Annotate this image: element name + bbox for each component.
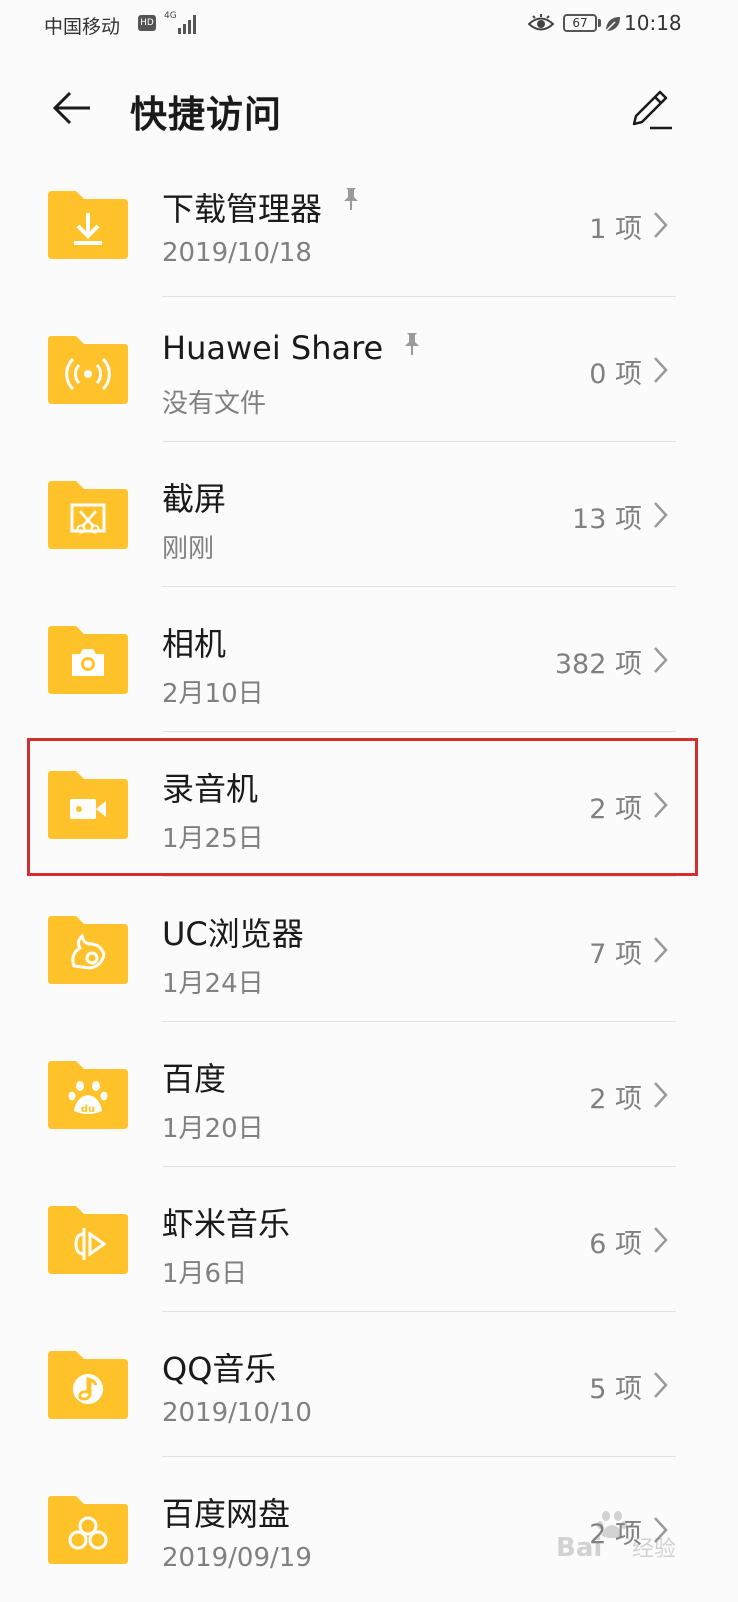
power-saving-leaf-icon — [605, 17, 620, 32]
back-arrow-icon[interactable] — [46, 82, 98, 134]
clock: 10:18 — [624, 11, 682, 35]
baidu-folder-icon: du — [48, 1061, 128, 1129]
item-date: 2019/09/19 — [162, 1543, 312, 1573]
chevron-right-icon — [654, 1082, 668, 1108]
svg-text:du: du — [81, 1104, 95, 1115]
page-title: 快捷访问 — [130, 93, 282, 136]
svg-text:经验: 经验 — [632, 1537, 676, 1562]
chevron-right-icon — [654, 212, 668, 238]
item-date: 1月20日 — [162, 1114, 264, 1144]
list-item-uc-browser[interactable]: UC浏览器 1月24日 7 项 — [0, 877, 738, 1022]
list-item-huawei-share[interactable]: Huawei Share 没有文件 0 项 — [0, 297, 738, 442]
battery-cap — [598, 19, 601, 27]
item-date: 1月6日 — [162, 1259, 248, 1289]
baidu-netdisk-folder-icon — [48, 1496, 128, 1564]
item-name: 百度网盘 — [162, 1495, 291, 1533]
chevron-right-icon — [654, 1372, 668, 1398]
download-folder-icon — [48, 191, 128, 259]
chevron-right-icon — [654, 357, 668, 383]
item-date: 2月10日 — [162, 679, 264, 709]
item-name: 相机 — [162, 625, 227, 663]
network-type: 4G — [164, 11, 177, 21]
list-item-download-manager[interactable]: 下载管理器 2019/10/18 1 项 — [0, 152, 738, 297]
item-name: 百度 — [162, 1060, 227, 1098]
huawei-share-folder-icon — [48, 336, 128, 404]
item-name: 虾米音乐 — [162, 1205, 291, 1243]
item-count: 7 项 — [589, 939, 642, 970]
pin-icon — [405, 333, 420, 355]
item-count: 382 项 — [554, 649, 642, 680]
chevron-right-icon — [654, 937, 668, 963]
eye-comfort-icon — [528, 14, 554, 31]
list-item-xiami-music[interactable]: 虾米音乐 1月6日 6 项 — [0, 1167, 738, 1312]
chevron-right-icon — [654, 1227, 668, 1253]
carrier-name: 中国移动 — [44, 16, 121, 38]
chevron-right-icon — [654, 502, 668, 528]
item-count: 0 项 — [589, 359, 642, 390]
item-date: 刚刚 — [162, 534, 215, 564]
quick-access-list: 下载管理器 2019/10/18 1 项 Huawei Share 没有文件 0… — [0, 152, 738, 1602]
screenshot-folder-icon — [48, 481, 128, 549]
list-item-baidu[interactable]: du 百度 1月20日 2 项 — [0, 1022, 738, 1167]
item-name: 截屏 — [162, 480, 227, 518]
battery-indicator: 67 — [563, 14, 597, 32]
item-count: 13 项 — [572, 504, 642, 535]
xiami-music-folder-icon — [48, 1206, 128, 1274]
item-date: 2019/10/10 — [162, 1398, 312, 1428]
chevron-right-icon — [654, 647, 668, 673]
edit-pencil-icon[interactable] — [624, 84, 676, 136]
item-count: 6 项 — [589, 1229, 642, 1260]
highlight-annotation-box — [27, 738, 698, 876]
signal-icon — [178, 15, 196, 34]
list-item-camera[interactable]: 相机 2月10日 382 项 — [0, 587, 738, 732]
item-name: Huawei Share — [162, 329, 384, 367]
item-name: UC浏览器 — [162, 915, 304, 953]
hd-badge: HD — [138, 15, 156, 31]
item-date: 2019/10/18 — [162, 238, 312, 268]
list-item-screenshots[interactable]: 截屏 刚刚 13 项 — [0, 442, 738, 587]
item-name: QQ音乐 — [162, 1350, 277, 1388]
header: 快捷访问 — [0, 60, 738, 156]
svg-text:Bai: Bai — [556, 1533, 602, 1563]
pin-icon — [344, 188, 359, 210]
qq-music-folder-icon — [48, 1351, 128, 1419]
uc-browser-folder-icon — [48, 916, 128, 984]
baidu-jingyan-watermark-logo: Bai 经验 — [556, 1511, 676, 1563]
list-item-qq-music[interactable]: QQ音乐 2019/10/10 5 项 — [0, 1312, 738, 1457]
status-bar: 中国移动 HD 4G 67 10:18 — [0, 0, 738, 56]
item-count: 5 项 — [589, 1374, 642, 1405]
item-count: 1 项 — [589, 214, 642, 245]
item-date: 没有文件 — [162, 389, 267, 419]
item-date: 1月24日 — [162, 969, 264, 999]
item-count: 2 项 — [589, 1084, 642, 1115]
camera-folder-icon — [48, 626, 128, 694]
item-name: 下载管理器 — [162, 190, 323, 228]
